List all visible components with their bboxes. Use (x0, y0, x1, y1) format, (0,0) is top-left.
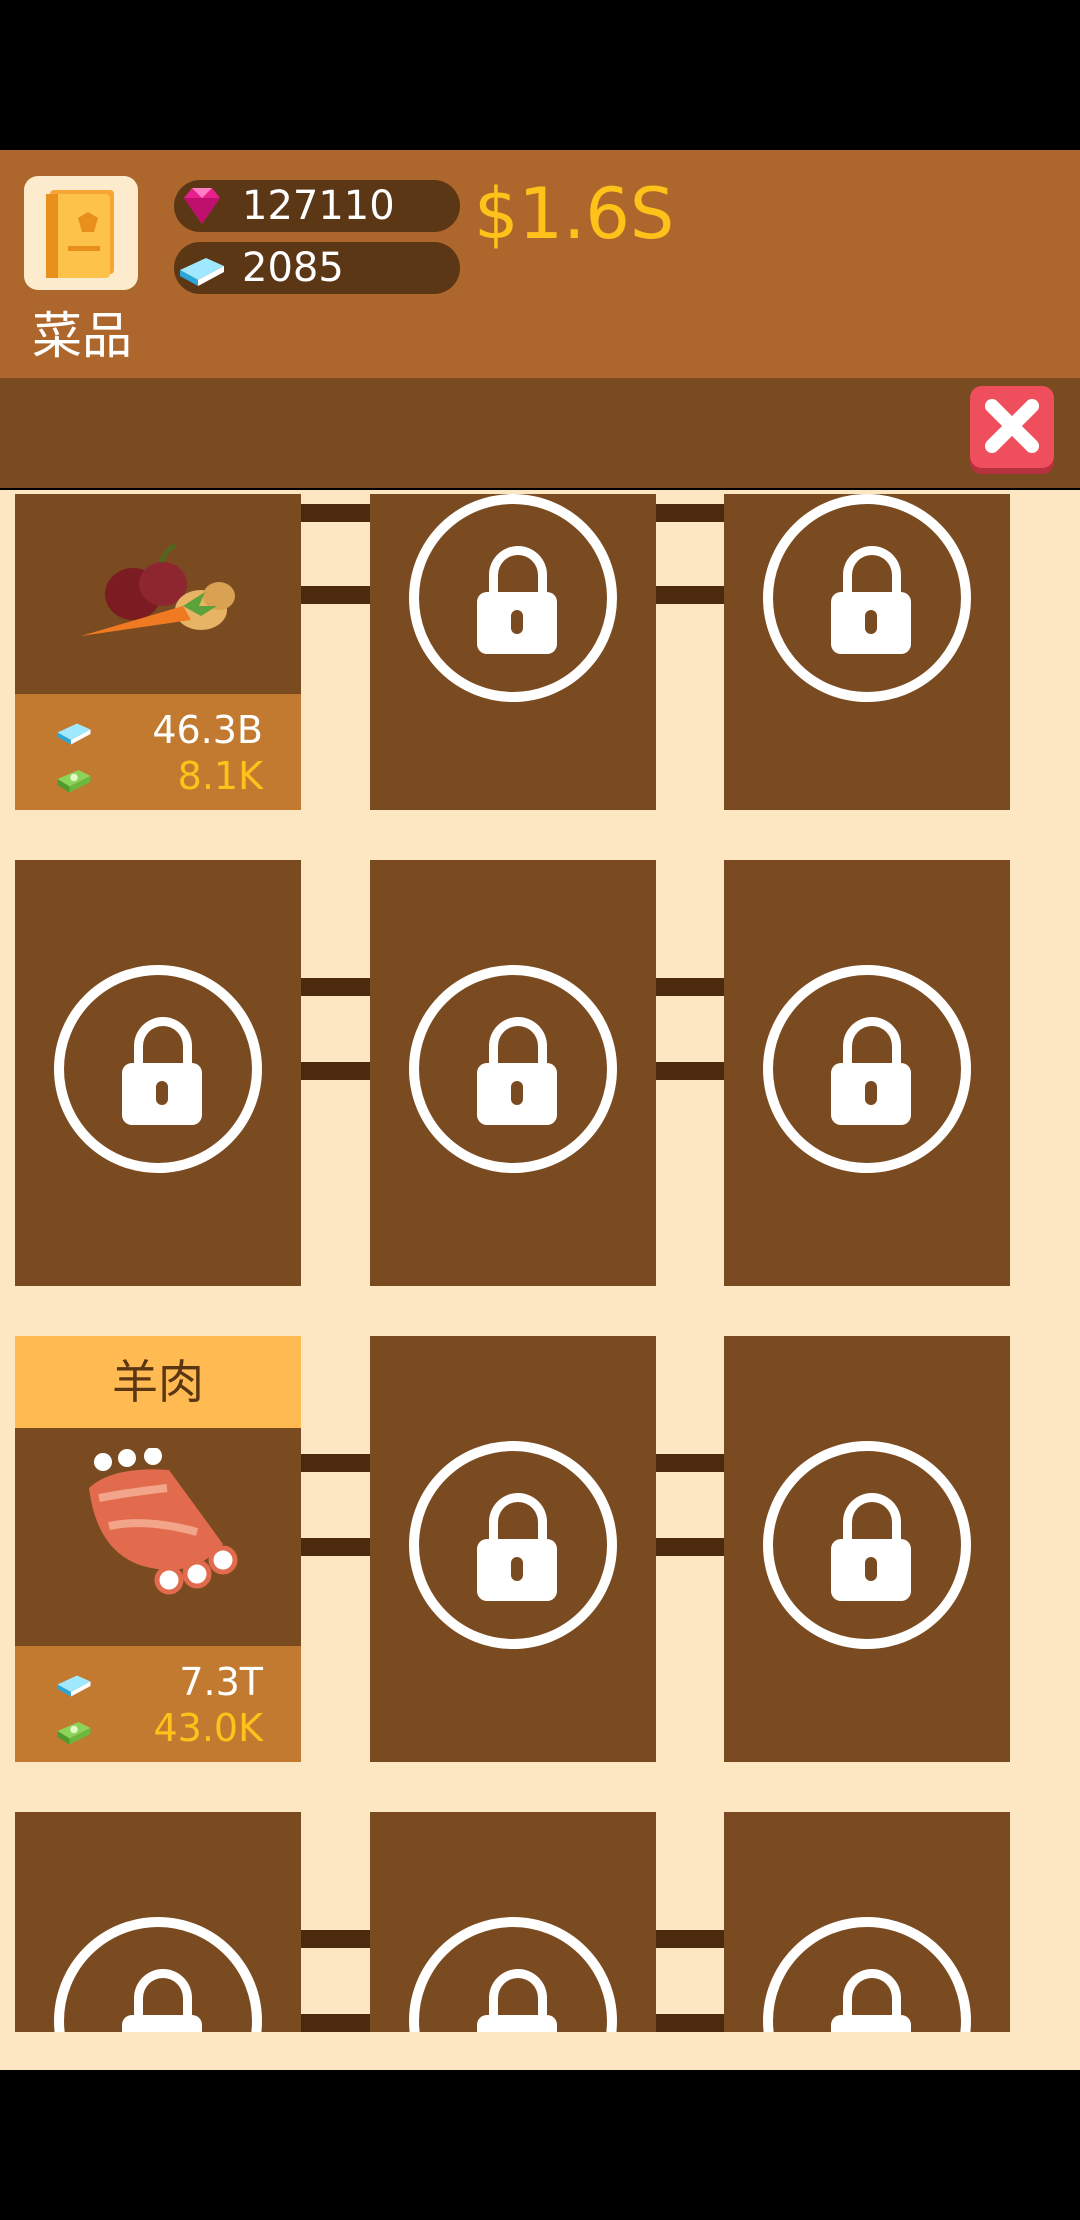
status-bar-area (0, 0, 1080, 150)
book-icon (46, 190, 114, 278)
recipe-book-value: 7.3T (179, 1660, 263, 1704)
book-icon (57, 1675, 91, 1697)
tile-connector (301, 1062, 371, 1080)
tile-connector (656, 1062, 726, 1080)
book-count: 2085 (242, 245, 344, 291)
book-icon (57, 723, 91, 745)
book-counter: 2085 (174, 242, 460, 294)
recipe-book-label: 菜品 (32, 307, 132, 365)
recipe-stats: 7.3T 43.0K (15, 1646, 301, 1762)
locked-recipe-tile[interactable] (724, 860, 1010, 1286)
lock-icon (763, 1441, 971, 1649)
cash-icon (57, 770, 91, 793)
tile-connector (301, 1538, 371, 1556)
recipe-title: 羊肉 (15, 1336, 301, 1428)
money-total: $1.6S (474, 173, 675, 255)
locked-recipe-tile[interactable] (724, 494, 1010, 810)
recipe-tile-vegetables[interactable]: 46.3B 8.1K (15, 494, 301, 810)
tile-connector (301, 2014, 371, 2032)
tile-connector (656, 504, 726, 522)
tile-connector (301, 1930, 371, 1948)
locked-recipe-tile[interactable] (15, 860, 301, 1286)
tile-connector (301, 1454, 371, 1472)
navigation-bar-area (0, 2070, 1080, 2220)
lock-icon (54, 965, 262, 1173)
vegetables-icon (81, 544, 235, 636)
locked-recipe-tile[interactable] (370, 860, 656, 1286)
recipe-tile-lamb[interactable]: 羊肉 7.3T 43.0K (15, 1336, 301, 1762)
lock-icon (763, 965, 971, 1173)
cash-icon (57, 1722, 91, 1745)
lamb-ribs-icon (89, 1448, 238, 1595)
lock-icon (409, 494, 617, 702)
locked-recipe-tile[interactable] (724, 1336, 1010, 1762)
lock-icon (409, 1441, 617, 1649)
gem-icon (184, 188, 220, 224)
panel-toolbar (0, 378, 1080, 488)
tile-connector (656, 1454, 726, 1472)
recipe-money-value: 8.1K (177, 754, 263, 798)
locked-recipe-tile[interactable] (370, 1336, 656, 1762)
recipe-stats: 46.3B 8.1K (15, 694, 301, 810)
tile-connector (656, 1930, 726, 1948)
close-icon (985, 399, 1039, 453)
lock-icon (409, 1917, 617, 2032)
locked-recipe-tile[interactable] (370, 494, 656, 810)
tile-connector (656, 978, 726, 996)
locked-recipe-tile[interactable] (370, 1812, 656, 2032)
tile-connector (301, 586, 371, 604)
lock-icon (54, 1917, 262, 2032)
locked-recipe-tile[interactable] (15, 1812, 301, 2032)
recipe-book-button[interactable] (24, 176, 138, 290)
gem-counter: 127110 (174, 180, 460, 232)
locked-recipe-tile[interactable] (724, 1812, 1010, 2032)
recipe-grid: 46.3B 8.1K 羊肉 7.3T 43.0K (0, 490, 1080, 2070)
book-icon (180, 258, 224, 286)
lock-icon (409, 965, 617, 1173)
tile-connector (301, 978, 371, 996)
recipe-money-value: 43.0K (153, 1706, 263, 1750)
recipe-book-value: 46.3B (152, 708, 263, 752)
tile-connector (656, 1538, 726, 1556)
tile-connector (656, 586, 726, 604)
tile-connector (656, 2014, 726, 2032)
close-button[interactable] (970, 386, 1054, 468)
tile-connector (301, 504, 371, 522)
lock-icon (763, 1917, 971, 2032)
gem-count: 127110 (242, 183, 395, 229)
lock-icon (763, 494, 971, 702)
